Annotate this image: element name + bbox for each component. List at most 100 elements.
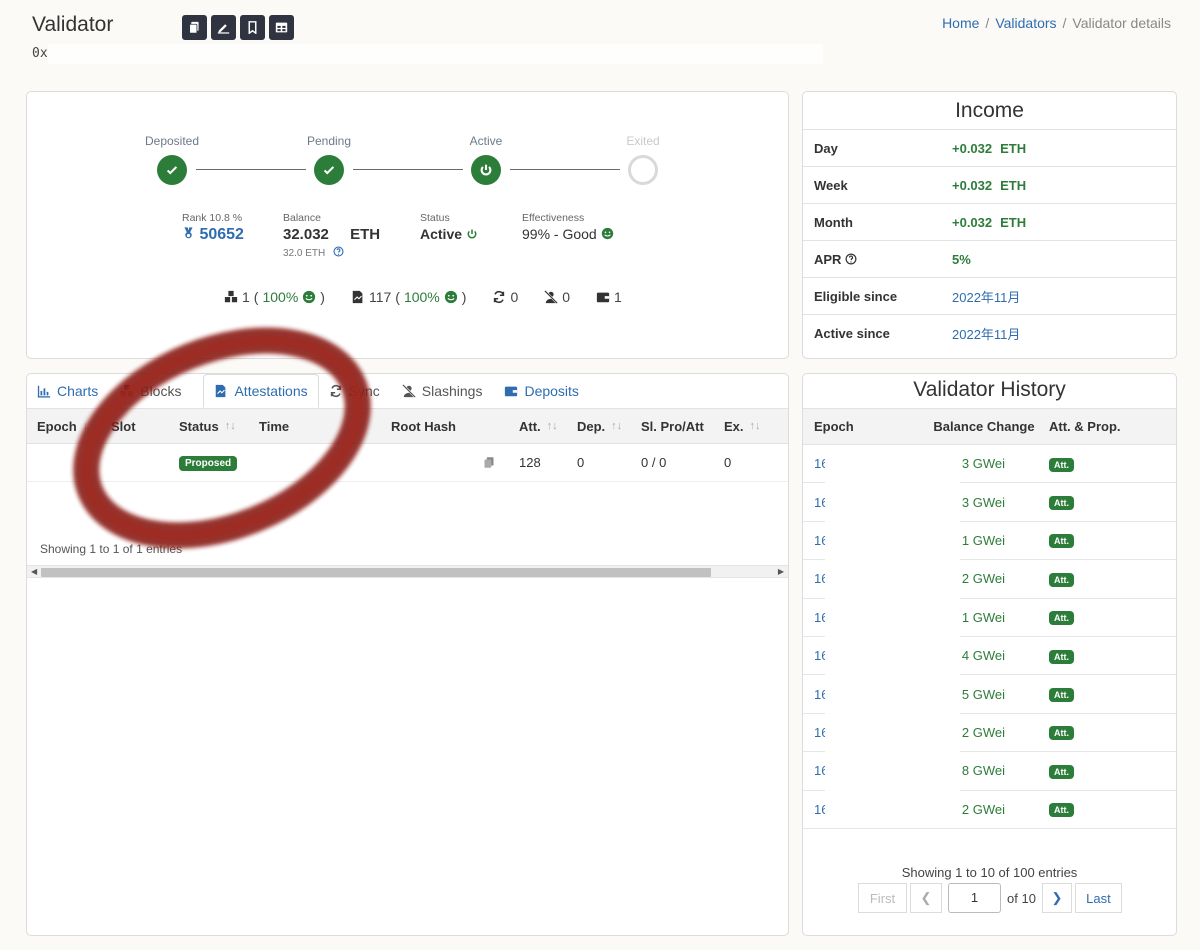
tab-blocks[interactable]: Blocks: [120, 374, 193, 408]
status-card: Deposited Pending Active Exited Rank 10.…: [26, 91, 789, 359]
deposits-counter: 1: [596, 289, 622, 305]
sort-icon: ↑↓: [749, 420, 761, 432]
rank-value-wrap[interactable]: 50652: [182, 226, 244, 244]
step-deposited: [157, 155, 187, 185]
col-sl[interactable]: Sl. Pro/Att: [641, 419, 724, 434]
tab-slashings[interactable]: Slashings: [401, 374, 495, 408]
file-signature-icon: [216, 384, 226, 398]
chevron-left-icon: ❮: [920, 890, 932, 905]
history-redaction: [825, 454, 960, 824]
tab-label: Charts: [57, 383, 99, 399]
blocks-pct: 100%: [262, 289, 299, 305]
income-label: Week: [814, 177, 848, 193]
att-prop-cell: Att.: [1005, 456, 1074, 472]
income-row-month: Month +0.032 ETH: [803, 204, 1176, 241]
page-input[interactable]: 1: [948, 883, 1001, 913]
breadcrumb-validators[interactable]: Validators: [995, 15, 1056, 31]
copy-icon[interactable]: [483, 456, 495, 469]
cell-att: 128: [519, 455, 541, 470]
history-card: Validator History Epoch Balance Change A…: [802, 373, 1177, 936]
prev-page-button[interactable]: ❮: [910, 883, 942, 913]
col-epoch[interactable]: Epoch ↓: [27, 419, 101, 434]
income-row-eligible: Eligible since 2022年11月: [803, 278, 1176, 315]
scroll-right-icon[interactable]: ▶: [778, 567, 784, 576]
tab-charts[interactable]: Charts: [37, 374, 110, 408]
income-label: APR: [814, 251, 842, 267]
tab-label: Slashings: [421, 383, 483, 399]
tab-deposits[interactable]: Deposits: [504, 374, 590, 408]
breadcrumb-current: Validator details: [1072, 15, 1171, 31]
table-row: Proposed 128 0 0 / 0 0: [27, 444, 788, 482]
power-icon: [467, 229, 477, 239]
cubes-icon: [121, 384, 134, 397]
col-label: Att.: [519, 418, 541, 434]
step-label-pending: Pending: [306, 134, 352, 148]
copy-icon: [189, 21, 199, 34]
att-badge: Att.: [1049, 496, 1074, 511]
rank-stat: Rank 10.8 % 50652: [182, 212, 244, 244]
income-unit: ETH: [1000, 214, 1027, 230]
breadcrumb-home[interactable]: Home: [942, 15, 979, 31]
history-table-header: Epoch Balance Change Att. & Prop.: [803, 408, 1176, 445]
effectiveness-stat: Effectiveness 99% - Good: [522, 212, 614, 242]
step-connector: [196, 169, 306, 170]
edit-button[interactable]: [211, 15, 236, 40]
wallet-icon: [596, 292, 610, 303]
att-badge: Att.: [1049, 534, 1074, 549]
step-connector: [510, 169, 620, 170]
bookmark-icon: [248, 21, 257, 34]
sort-desc-icon: ↓: [82, 420, 89, 432]
pagination: First ❮ 1 of 10 ❯ Last: [858, 883, 1122, 913]
table-button[interactable]: [269, 15, 294, 40]
page-of-label: of 10: [1007, 891, 1036, 906]
att-badge: Att.: [1049, 457, 1074, 472]
balance-stat: Balance 32.032 ETH 32.0 ETH: [283, 212, 380, 259]
cell-status: Proposed: [179, 454, 259, 471]
col-att[interactable]: Att. ↑↓: [519, 419, 577, 434]
sync-count: 0: [510, 289, 519, 305]
scroll-left-icon[interactable]: ◀: [31, 567, 37, 576]
balance-sub-wrap: 32.0 ETH: [283, 246, 380, 259]
breadcrumb: Home / Validators / Validator details: [942, 15, 1171, 31]
history-title: Validator History: [913, 378, 1066, 401]
check-icon: [323, 166, 335, 175]
tab-sync[interactable]: Sync: [329, 374, 392, 408]
step-pending: [314, 155, 344, 185]
status-value: Active: [420, 226, 463, 242]
next-page-button[interactable]: ❯: [1041, 883, 1072, 913]
attest-count: 117: [368, 289, 392, 305]
col-label: Time: [259, 418, 290, 434]
help-icon[interactable]: [845, 253, 857, 265]
col-label: Status: [179, 418, 219, 434]
col-label: Dep.: [577, 418, 606, 434]
step-label-exited: Exited: [626, 134, 660, 148]
step-exited: [628, 155, 658, 185]
col-root-hash[interactable]: Root Hash: [391, 419, 519, 434]
last-page-button[interactable]: Last: [1074, 883, 1122, 913]
scrollbar-thumb[interactable]: [41, 568, 711, 577]
step-active: [471, 155, 501, 185]
bookmark-button[interactable]: [240, 15, 265, 40]
att-badge: Att.: [1049, 726, 1074, 741]
blocks-table-header: Epoch ↓ Slot Status ↑↓ Time Root Hash Att.…: [27, 408, 788, 444]
copy-button[interactable]: [182, 15, 207, 40]
col-label: Ex.: [724, 418, 744, 434]
col-slot[interactable]: Slot: [101, 419, 179, 434]
att-badge: Att.: [1049, 764, 1074, 779]
first-page-button[interactable]: First: [858, 883, 907, 913]
help-icon[interactable]: [333, 246, 344, 257]
tabs-card: Charts Blocks Attestations Sync Slashing…: [26, 373, 789, 936]
col-dep[interactable]: Dep. ↑↓: [577, 419, 641, 434]
col-time[interactable]: Time: [259, 419, 391, 434]
sort-icon: ↑↓: [611, 420, 623, 432]
col-label: Root Hash: [391, 418, 456, 434]
col-status[interactable]: Status ↑↓: [179, 419, 259, 434]
page-title: Validator: [32, 13, 114, 36]
income-date: 2022年11月: [952, 327, 1021, 342]
att-badge: Att.: [1049, 688, 1074, 703]
tab-attestations[interactable]: Attestations: [203, 374, 319, 408]
col-ex[interactable]: Ex. ↑↓: [724, 419, 774, 434]
horizontal-scrollbar[interactable]: ◀ ▶: [27, 565, 788, 578]
income-unit: ETH: [1000, 177, 1027, 193]
att-badge: Att.: [1049, 803, 1074, 818]
